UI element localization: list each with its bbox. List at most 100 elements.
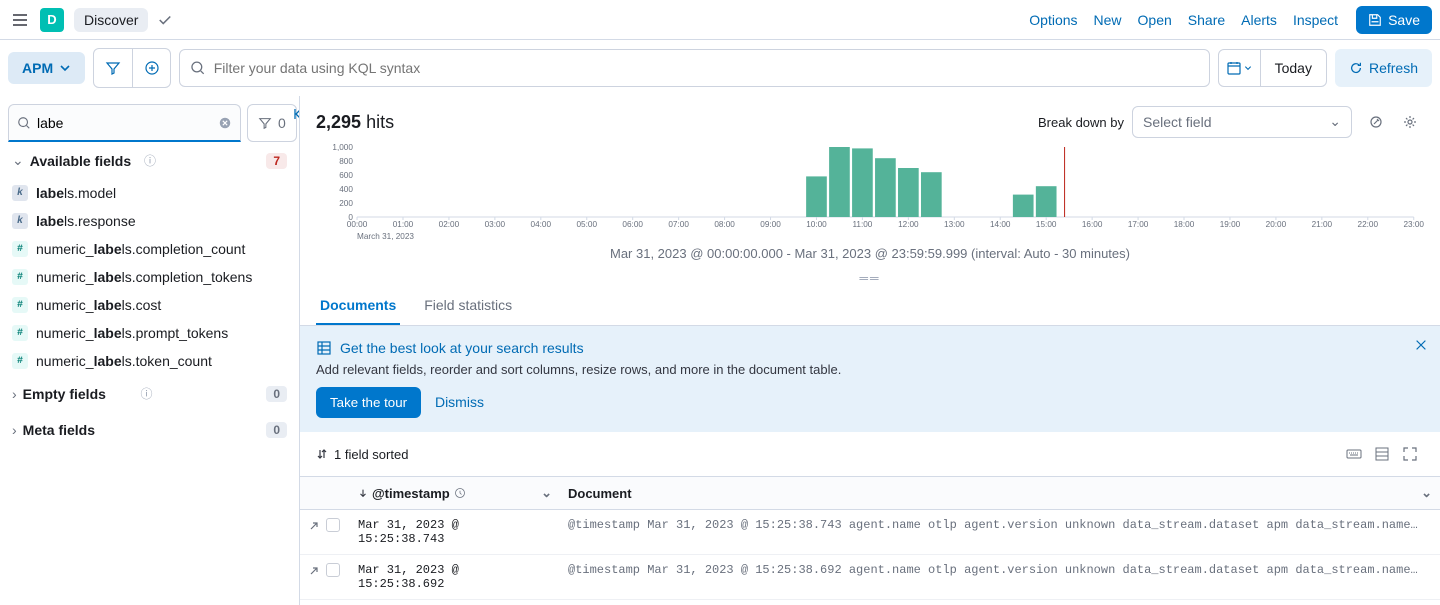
chevron-down-icon	[59, 62, 71, 74]
fullscreen-icon[interactable]	[1396, 440, 1424, 468]
number-type-icon: #	[12, 297, 28, 313]
row-checkbox[interactable]	[326, 563, 340, 577]
field-name-label: numeric_labels.prompt_tokens	[36, 325, 228, 341]
field-item[interactable]: #numeric_labels.cost	[8, 291, 291, 319]
callout-title: Get the best look at your search results	[340, 340, 584, 356]
field-item[interactable]: k labels.model	[8, 179, 291, 207]
chart-caption: Mar 31, 2023 @ 00:00:00.000 - Mar 31, 20…	[316, 242, 1424, 269]
clear-search-icon[interactable]	[218, 116, 232, 130]
refresh-icon	[1349, 61, 1363, 75]
svg-text:March 31, 2023: March 31, 2023	[357, 232, 414, 241]
field-item[interactable]: k labels.response	[8, 207, 291, 235]
filter-icon-button[interactable]	[94, 49, 132, 87]
svg-text:13:00: 13:00	[944, 220, 965, 229]
svg-text:16:00: 16:00	[1082, 220, 1103, 229]
column-timestamp[interactable]: @timestamp ⌄	[350, 477, 560, 510]
collapse-sidebar-icon[interactable]	[291, 106, 300, 126]
save-icon	[1368, 13, 1382, 27]
document-cell: @timestamp Mar 31, 2023 @ 15:25:38.743 a…	[568, 518, 1418, 532]
svg-text:06:00: 06:00	[622, 220, 643, 229]
nav-new[interactable]: New	[1094, 12, 1122, 28]
hamburger-menu[interactable]	[8, 8, 32, 32]
field-item[interactable]: #numeric_labels.completion_count	[8, 235, 291, 263]
chart-edit-icon[interactable]	[1362, 108, 1390, 136]
nav-options[interactable]: Options	[1029, 12, 1077, 28]
save-button[interactable]: Save	[1356, 6, 1432, 34]
query-bar[interactable]	[179, 49, 1209, 87]
field-name-label: labels.response	[36, 213, 136, 229]
breakdown-select[interactable]: Select field	[1132, 106, 1352, 138]
svg-text:02:00: 02:00	[439, 220, 460, 229]
field-filter-button[interactable]: 0	[247, 104, 297, 142]
number-type-icon: #	[12, 269, 28, 285]
histogram-chart[interactable]: 1,000800600400200000:0001:0002:0003:0004…	[316, 142, 1424, 242]
svg-text:10:00: 10:00	[806, 220, 827, 229]
sort-info-label: 1 field sorted	[334, 447, 408, 462]
info-icon: ⓘ	[144, 152, 156, 169]
chart-settings-icon[interactable]	[1396, 108, 1424, 136]
field-item[interactable]: #numeric_labels.token_count	[8, 347, 291, 375]
svg-text:12:00: 12:00	[898, 220, 919, 229]
svg-text:23:00: 23:00	[1403, 220, 1424, 229]
expand-row-icon[interactable]	[308, 564, 320, 576]
svg-text:18:00: 18:00	[1174, 220, 1195, 229]
dismiss-button[interactable]: Dismiss	[435, 394, 484, 410]
hits-count: 2,295 hits	[316, 112, 394, 133]
available-fields-header[interactable]: ⌄ Available fields ⓘ 7	[8, 142, 291, 179]
date-range-label[interactable]: Today	[1261, 60, 1326, 76]
app-switcher[interactable]: Discover	[74, 8, 148, 32]
document-cell: @timestamp Mar 31, 2023 @ 15:25:38.692 a…	[568, 563, 1418, 577]
field-search-input[interactable]	[37, 115, 218, 131]
dataview-selector[interactable]: APM	[8, 52, 85, 84]
field-name-label: labels.model	[36, 185, 116, 201]
number-type-icon: #	[12, 353, 28, 369]
check-icon[interactable]	[158, 13, 172, 27]
take-tour-button[interactable]: Take the tour	[316, 387, 421, 418]
date-picker-button[interactable]	[1219, 50, 1261, 86]
field-item[interactable]: # numeric_labels.completion_tokens	[8, 263, 291, 291]
field-name-label: numeric_labels.completion_tokens	[36, 269, 252, 285]
nav-alerts[interactable]: Alerts	[1241, 12, 1277, 28]
app-name: Discover	[84, 12, 138, 28]
meta-fields-header[interactable]: › Meta fields 0	[8, 412, 291, 448]
sort-info[interactable]: 1 field sorted	[316, 447, 408, 462]
expand-row-icon[interactable]	[308, 519, 320, 531]
save-label: Save	[1388, 12, 1420, 28]
filter-count-value: 0	[278, 115, 286, 131]
callout-text: Add relevant fields, reorder and sort co…	[316, 362, 1424, 377]
field-item[interactable]: # numeric_labels.prompt_tokens	[8, 319, 291, 347]
timestamp-cell: Mar 31, 2023 @ 15:25:38.743	[350, 510, 560, 555]
svg-text:200: 200	[339, 199, 353, 208]
meta-fields-count: 0	[266, 422, 287, 438]
column-document[interactable]: Document ⌄	[560, 477, 1440, 510]
avatar[interactable]: D	[40, 8, 64, 32]
tab-field-statistics[interactable]: Field statistics	[420, 287, 516, 325]
empty-fields-header[interactable]: › Empty fields ⓘ 0	[8, 375, 291, 412]
keyword-type-icon: k	[12, 185, 28, 201]
nav-open[interactable]: Open	[1138, 12, 1172, 28]
query-input[interactable]	[214, 60, 1199, 76]
nav-inspect[interactable]: Inspect	[1293, 12, 1338, 28]
dataview-label: APM	[22, 60, 53, 76]
nav-share[interactable]: Share	[1188, 12, 1225, 28]
keyboard-icon[interactable]	[1340, 440, 1368, 468]
number-type-icon: #	[12, 325, 28, 341]
density-icon[interactable]	[1368, 440, 1396, 468]
timestamp-header-label: @timestamp	[372, 486, 450, 501]
refresh-button[interactable]: Refresh	[1335, 49, 1432, 87]
chevron-down-icon[interactable]: ⌄	[541, 485, 552, 501]
keyword-type-icon: k	[12, 213, 28, 229]
tab-documents[interactable]: Documents	[316, 287, 400, 325]
sort-desc-icon	[358, 488, 368, 498]
svg-text:08:00: 08:00	[714, 220, 735, 229]
sort-icon	[316, 448, 328, 460]
close-icon[interactable]	[1414, 338, 1428, 352]
row-checkbox[interactable]	[326, 518, 340, 532]
document-header-label: Document	[568, 486, 632, 501]
add-filter-button[interactable]	[132, 49, 170, 87]
chevron-down-icon[interactable]: ⌄	[1421, 485, 1432, 501]
meta-fields-label: Meta fields	[23, 422, 145, 438]
resize-handle[interactable]: ══	[316, 269, 1424, 287]
table-row: Mar 31, 2023 @ 15:25:38.743 @timestamp Ma…	[300, 510, 1440, 555]
svg-text:19:00: 19:00	[1220, 220, 1241, 229]
